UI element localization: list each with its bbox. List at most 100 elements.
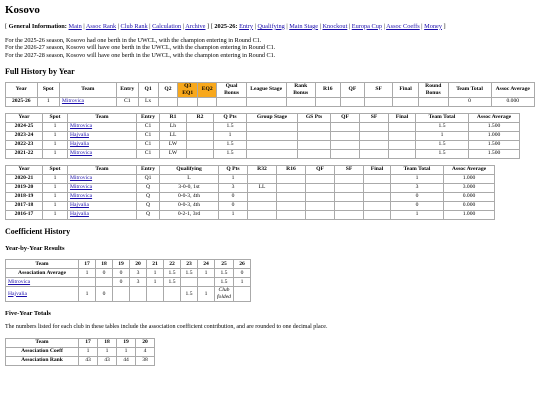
table-cell bbox=[392, 96, 419, 107]
note-2025: For the 2025-26 season, Kosovo had one b… bbox=[5, 36, 262, 44]
nav-season-link-entry[interactable]: Entry bbox=[239, 23, 253, 30]
nav-season-link-europa-cup[interactable]: Europa Cup bbox=[352, 23, 382, 30]
nav-season-link-main-stage[interactable]: Main Stage bbox=[289, 23, 318, 30]
table-cell: 1.5 bbox=[180, 268, 198, 279]
team-link-hajvalia[interactable]: Hajvalia bbox=[70, 132, 89, 138]
five-year-table: Team 17 18 19 20 Association Coeff 1 1 1 4 Associa… bbox=[5, 337, 155, 366]
column-header-qf: QF bbox=[305, 164, 335, 175]
general-info-label: General Information: bbox=[8, 22, 67, 30]
team-cell: Mitrovica bbox=[67, 148, 137, 159]
column-header-q-pts: Q Pts bbox=[218, 164, 248, 175]
table-cell bbox=[339, 96, 366, 107]
table-cell: 1 bbox=[78, 268, 96, 279]
table-cell: 1.000 bbox=[468, 130, 520, 141]
column-header-team: Team bbox=[58, 81, 117, 98]
table-cell bbox=[297, 121, 331, 132]
table-cell: Q bbox=[136, 191, 160, 202]
table-cell: 3 bbox=[390, 182, 444, 193]
table-cell: 0 bbox=[95, 268, 113, 279]
team-link-mitrovica[interactable]: Mitrovica bbox=[70, 184, 92, 190]
team-link-mitrovica[interactable]: Mitrovica bbox=[62, 98, 84, 104]
table-cell: 1 bbox=[42, 121, 68, 132]
team-link-hajvalia[interactable]: Hajvalia bbox=[70, 211, 89, 217]
table-cell: 0 bbox=[218, 200, 248, 211]
team-link-hajvalia[interactable]: Hajvalia bbox=[70, 202, 89, 208]
table-cell bbox=[95, 277, 113, 288]
table-cell bbox=[388, 139, 416, 150]
header-row: Year Spot Team Entry Q1 Q2 Q3 EQ1 EQ2 Qual Bonus Le… bbox=[5, 81, 536, 98]
nav-season-link-knockout[interactable]: Knockout bbox=[322, 23, 347, 30]
team-link-mitrovica[interactable]: Mitrovica bbox=[8, 279, 30, 285]
nav-season-link-money[interactable]: Money bbox=[424, 23, 442, 30]
table-cell: 1.500 bbox=[468, 148, 520, 159]
table-cell bbox=[129, 286, 147, 303]
team-link-mitrovica[interactable]: Mitrovica bbox=[70, 123, 92, 129]
team-link-hajvalia[interactable]: Hajvalia bbox=[8, 291, 27, 297]
table-cell bbox=[334, 191, 364, 202]
table-cell: 1 bbox=[42, 173, 68, 184]
page-title: Kosovo bbox=[5, 4, 40, 16]
coefficient-heading: Coefficient History bbox=[5, 226, 71, 236]
table-cell: 3 bbox=[129, 268, 147, 279]
table-cell: 43 bbox=[78, 355, 98, 366]
header-row: Team 17 18 19 20 21 22 23 24 25 26 bbox=[5, 259, 251, 270]
column-header-round-bonus: Round Bonus bbox=[417, 81, 449, 98]
column-header-19: 19 bbox=[112, 259, 130, 270]
table-cell: LW bbox=[159, 139, 187, 150]
column-header-21: 21 bbox=[146, 259, 164, 270]
berth-notes: For the 2025-26 season, Kosovo had one b… bbox=[5, 37, 535, 60]
table-cell bbox=[246, 139, 298, 150]
table-cell bbox=[334, 173, 364, 184]
table-cell bbox=[305, 200, 335, 211]
column-header-entry: Entry bbox=[115, 81, 139, 98]
column-header-25: 25 bbox=[214, 259, 234, 270]
table-row: Mitrovica 0 3 1 1.5 1.5 1 bbox=[5, 277, 251, 288]
table-cell: 2023-24 bbox=[5, 130, 43, 141]
nav-link-assoc-rank[interactable]: Assoc Rank bbox=[86, 23, 116, 30]
table-cell: C1 bbox=[136, 139, 160, 150]
nav-link-club-rank[interactable]: Club Rank bbox=[121, 23, 148, 30]
table-cell bbox=[216, 96, 247, 107]
column-header-20: 20 bbox=[135, 337, 155, 348]
team-link-mitrovica[interactable]: Mitrovica bbox=[70, 193, 92, 199]
table-cell bbox=[388, 148, 416, 159]
table-cell bbox=[330, 139, 360, 150]
table-cell: 1 bbox=[78, 346, 98, 357]
column-header-qf: QF bbox=[339, 81, 366, 98]
table-cell: 0 bbox=[218, 191, 248, 202]
column-header-entry: Entry bbox=[136, 164, 160, 175]
nav-link-archive[interactable]: Archive bbox=[185, 23, 205, 30]
table-cell: 43 bbox=[97, 355, 117, 366]
table-cell: 1.5 bbox=[163, 277, 181, 288]
table-cell: Association Rank bbox=[5, 355, 79, 366]
table-cell: Q bbox=[136, 200, 160, 211]
team-cell: Mitrovica bbox=[67, 191, 137, 202]
team-link-hajvalia[interactable]: Hajvalia bbox=[70, 141, 89, 147]
column-header-league-stage: League Stage bbox=[245, 81, 287, 98]
table-cell: 1.5 bbox=[213, 139, 247, 150]
team-link-mitrovica[interactable]: Mitrovica bbox=[70, 150, 92, 156]
table-cell bbox=[163, 286, 181, 303]
table-cell bbox=[363, 191, 391, 202]
five-year-note: The numbers listed for each club in thes… bbox=[5, 324, 328, 331]
table-cell: 1 bbox=[78, 286, 96, 303]
table-cell: 1 bbox=[390, 173, 444, 184]
table-cell bbox=[297, 148, 331, 159]
team-link-mitrovica[interactable]: Mitrovica bbox=[70, 175, 92, 181]
table-cell: 4 bbox=[135, 346, 155, 357]
nav-season-link-qualifying[interactable]: Qualifying bbox=[257, 23, 284, 30]
nav-link-calculation[interactable]: Calculation bbox=[152, 23, 181, 30]
table-cell bbox=[246, 121, 298, 132]
column-header-r2: R2 bbox=[186, 112, 214, 123]
team-cell: Hajvalia bbox=[67, 139, 137, 150]
club-folded-note: Club folded bbox=[214, 286, 234, 303]
table-cell bbox=[157, 96, 179, 107]
table-cell: LL bbox=[159, 130, 187, 141]
nav-link-main[interactable]: Main bbox=[69, 23, 82, 30]
nav-season-link-assoc-coeffs[interactable]: Assoc Coeffs bbox=[386, 23, 420, 30]
column-header-24: 24 bbox=[197, 259, 215, 270]
table-cell bbox=[177, 96, 198, 107]
table-cell: 3 bbox=[129, 277, 147, 288]
column-header-entry: Entry bbox=[136, 112, 160, 123]
table-cell bbox=[112, 286, 130, 303]
